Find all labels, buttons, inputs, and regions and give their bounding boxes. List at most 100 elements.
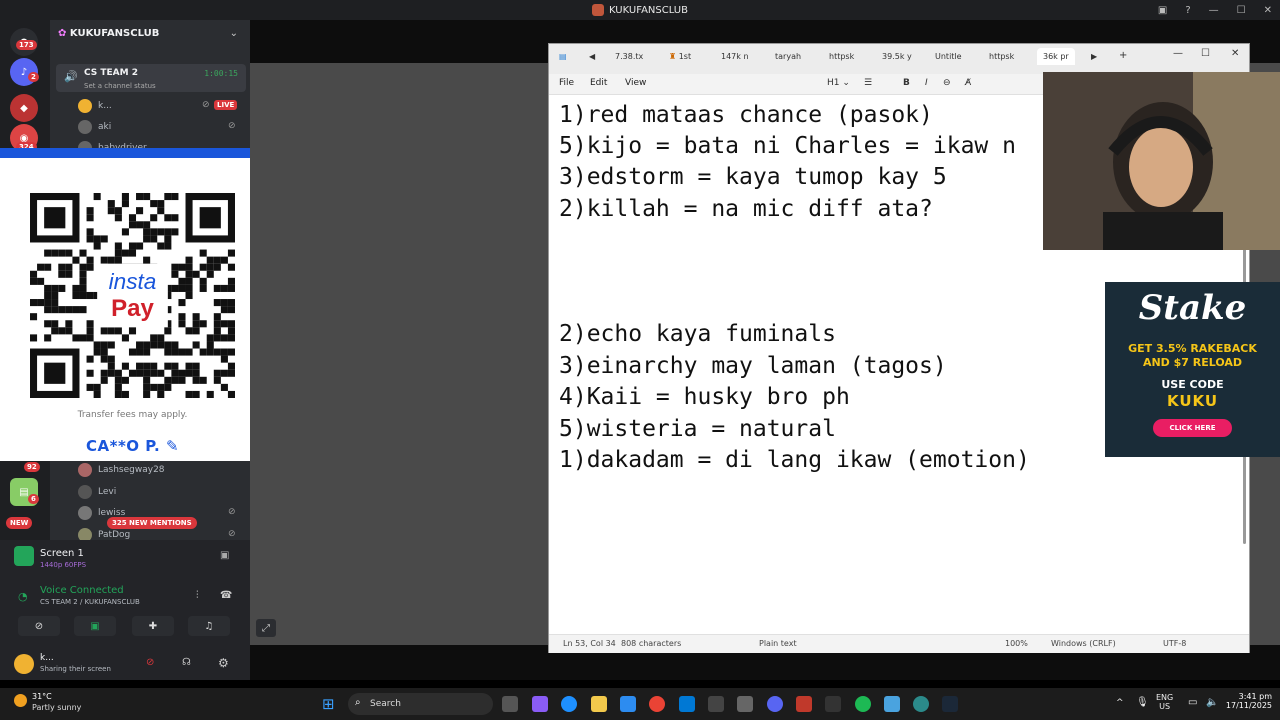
clear-formatting-icon[interactable]: A̸ [965,78,971,88]
voice-member[interactable]: aki [78,120,111,134]
tab-scroll-left-icon[interactable]: ◀ [589,52,595,61]
stop-stream-icon[interactable]: ▣ [220,550,229,561]
menu-edit[interactable]: Edit [590,78,607,88]
voice-member[interactable]: Levi [78,485,116,499]
noise-suppression-icon[interactable]: ⫶ [196,590,199,601]
user-avatar[interactable] [14,654,34,674]
headphones-icon[interactable]: ☊ [182,657,191,668]
app-icon[interactable] [737,696,753,712]
minimize-icon[interactable]: — [1209,5,1219,16]
dm-badge: 173 [16,40,37,50]
tab-scroll-right-icon[interactable]: ▶ [1091,52,1097,61]
chevron-down-icon[interactable]: ⌄ [230,28,238,39]
voice-location[interactable]: CS TEAM 2 / KUKUFANSCLUB [40,598,140,606]
soundboard-button[interactable]: ♫ [188,616,230,636]
close-icon[interactable]: ✕ [1231,48,1239,59]
voice-member[interactable]: Lashsegway28 [78,463,165,477]
sponsor-ad[interactable]: Stake GET 3.5% RAKEBACK AND $7 RELOAD US… [1105,282,1280,457]
weather-description: Partly sunny [32,703,82,712]
steam-icon[interactable] [942,696,958,712]
tab-active[interactable]: 36k pr [1037,48,1075,65]
file-explorer-icon[interactable] [591,696,607,712]
heading-dropdown[interactable]: H1 ⌄ [827,78,850,88]
avatar [78,99,92,113]
outlook-icon[interactable] [679,696,695,712]
minimize-icon[interactable]: — [1173,48,1183,59]
text-line: 2)killah = na mic diff ata? [559,196,933,222]
tab[interactable]: taryah [775,52,801,61]
line-ending[interactable]: Windows (CRLF) [1051,639,1116,648]
app-icon[interactable] [796,696,812,712]
task-view-icon[interactable] [502,696,518,712]
notepad-icon: ▤ [559,52,567,61]
voice-channel-name: CS TEAM 2 [84,68,138,78]
tab[interactable]: 39.5k y [882,52,912,61]
temperature: 31°C [32,692,52,701]
menu-view[interactable]: View [625,78,646,88]
copilot-icon[interactable] [532,696,548,712]
link-icon[interactable]: ⊖ [943,78,951,88]
server-name[interactable]: ✿ KUKUFANSCLUB [58,28,159,39]
italic-icon[interactable]: I [925,78,928,88]
pencil-icon[interactable]: ✎ [166,437,179,455]
click-here-button[interactable]: CLICK HERE [1153,419,1232,437]
server-icon[interactable]: ◆ [10,94,38,122]
bold-icon[interactable]: B [903,78,910,88]
mic-muted-icon: ⊘ [228,529,236,539]
partly-sunny-icon [14,694,27,707]
language-indicator[interactable]: ENG US [1156,693,1173,711]
store-icon[interactable] [620,696,636,712]
maximize-icon[interactable]: ☐ [1201,48,1210,59]
tab[interactable]: Untitle [935,52,962,61]
chevron-up-icon[interactable]: ^ [1116,698,1124,708]
tab[interactable]: 7.38.tx [615,52,643,61]
voice-channel[interactable]: 🔊 CS TEAM 2 Set a channel status 1:00:15 [56,64,246,92]
notepad-icon[interactable] [884,696,900,712]
maximize-icon[interactable]: ☐ [1237,5,1246,16]
disconnect-icon[interactable]: ☎ [220,590,232,601]
camera-off-button[interactable]: ⊘ [18,616,60,636]
instapay-logo-text: Pay [111,295,154,322]
close-icon[interactable]: ✕ [1264,5,1272,16]
network-icon[interactable]: ▭ [1188,697,1197,708]
channel-status[interactable]: Set a channel status [84,82,156,90]
discord-icon[interactable] [767,696,783,712]
app-icon[interactable] [708,696,724,712]
help-icon[interactable]: ? [1185,5,1190,16]
user-name: k... [40,653,54,663]
mic-muted-icon[interactable]: ⊘ [146,657,154,668]
tab[interactable]: ♜ 1st [669,52,691,61]
tab[interactable]: 147k n [721,52,749,61]
spotify-icon[interactable] [855,696,871,712]
screen-share-button[interactable]: ▣ [74,616,116,636]
edge-icon[interactable] [561,696,577,712]
member-name: aki [98,122,112,132]
app-icon[interactable] [913,696,929,712]
inbox-icon[interactable]: ▣ [1158,5,1167,16]
zoom-level[interactable]: 100% [1005,639,1028,648]
text-line: 5)wisteria = natural [559,416,836,442]
instapay-logo-text: insta [109,269,157,294]
voice-member[interactable]: k... [78,99,112,113]
new-mentions-pill[interactable]: 325 NEW MENTIONS [107,517,197,529]
app-icon[interactable] [825,696,841,712]
microphone-icon[interactable]: 🎙 [1136,697,1149,708]
activities-button[interactable]: ✚ [132,616,174,636]
tab[interactable]: httpsk [989,52,1014,61]
server-badge: 2 [28,72,39,82]
text-line: 1)red mataas chance (pasok) [559,102,933,128]
menu-file[interactable]: File [559,78,574,88]
clock[interactable]: 3:41 pm 17/11/2025 [1222,692,1272,710]
encoding[interactable]: UTF-8 [1163,639,1186,648]
windows-start-icon[interactable]: ⊞ [322,695,335,713]
chrome-icon[interactable] [649,696,665,712]
volume-icon[interactable]: 🔈 [1206,697,1218,708]
popout-icon[interactable]: ⤢ [256,619,276,637]
tab[interactable]: httpsk [829,52,854,61]
list-icon[interactable]: ☰ [864,78,872,88]
text-mode[interactable]: Plain text [759,639,797,648]
settings-gear-icon[interactable]: ⚙ [218,656,229,670]
new-tab-icon[interactable]: + [1119,50,1127,61]
search-box[interactable]: ⌕ Search [348,693,493,715]
payee-name: CA**O P. ✎ [85,437,180,455]
